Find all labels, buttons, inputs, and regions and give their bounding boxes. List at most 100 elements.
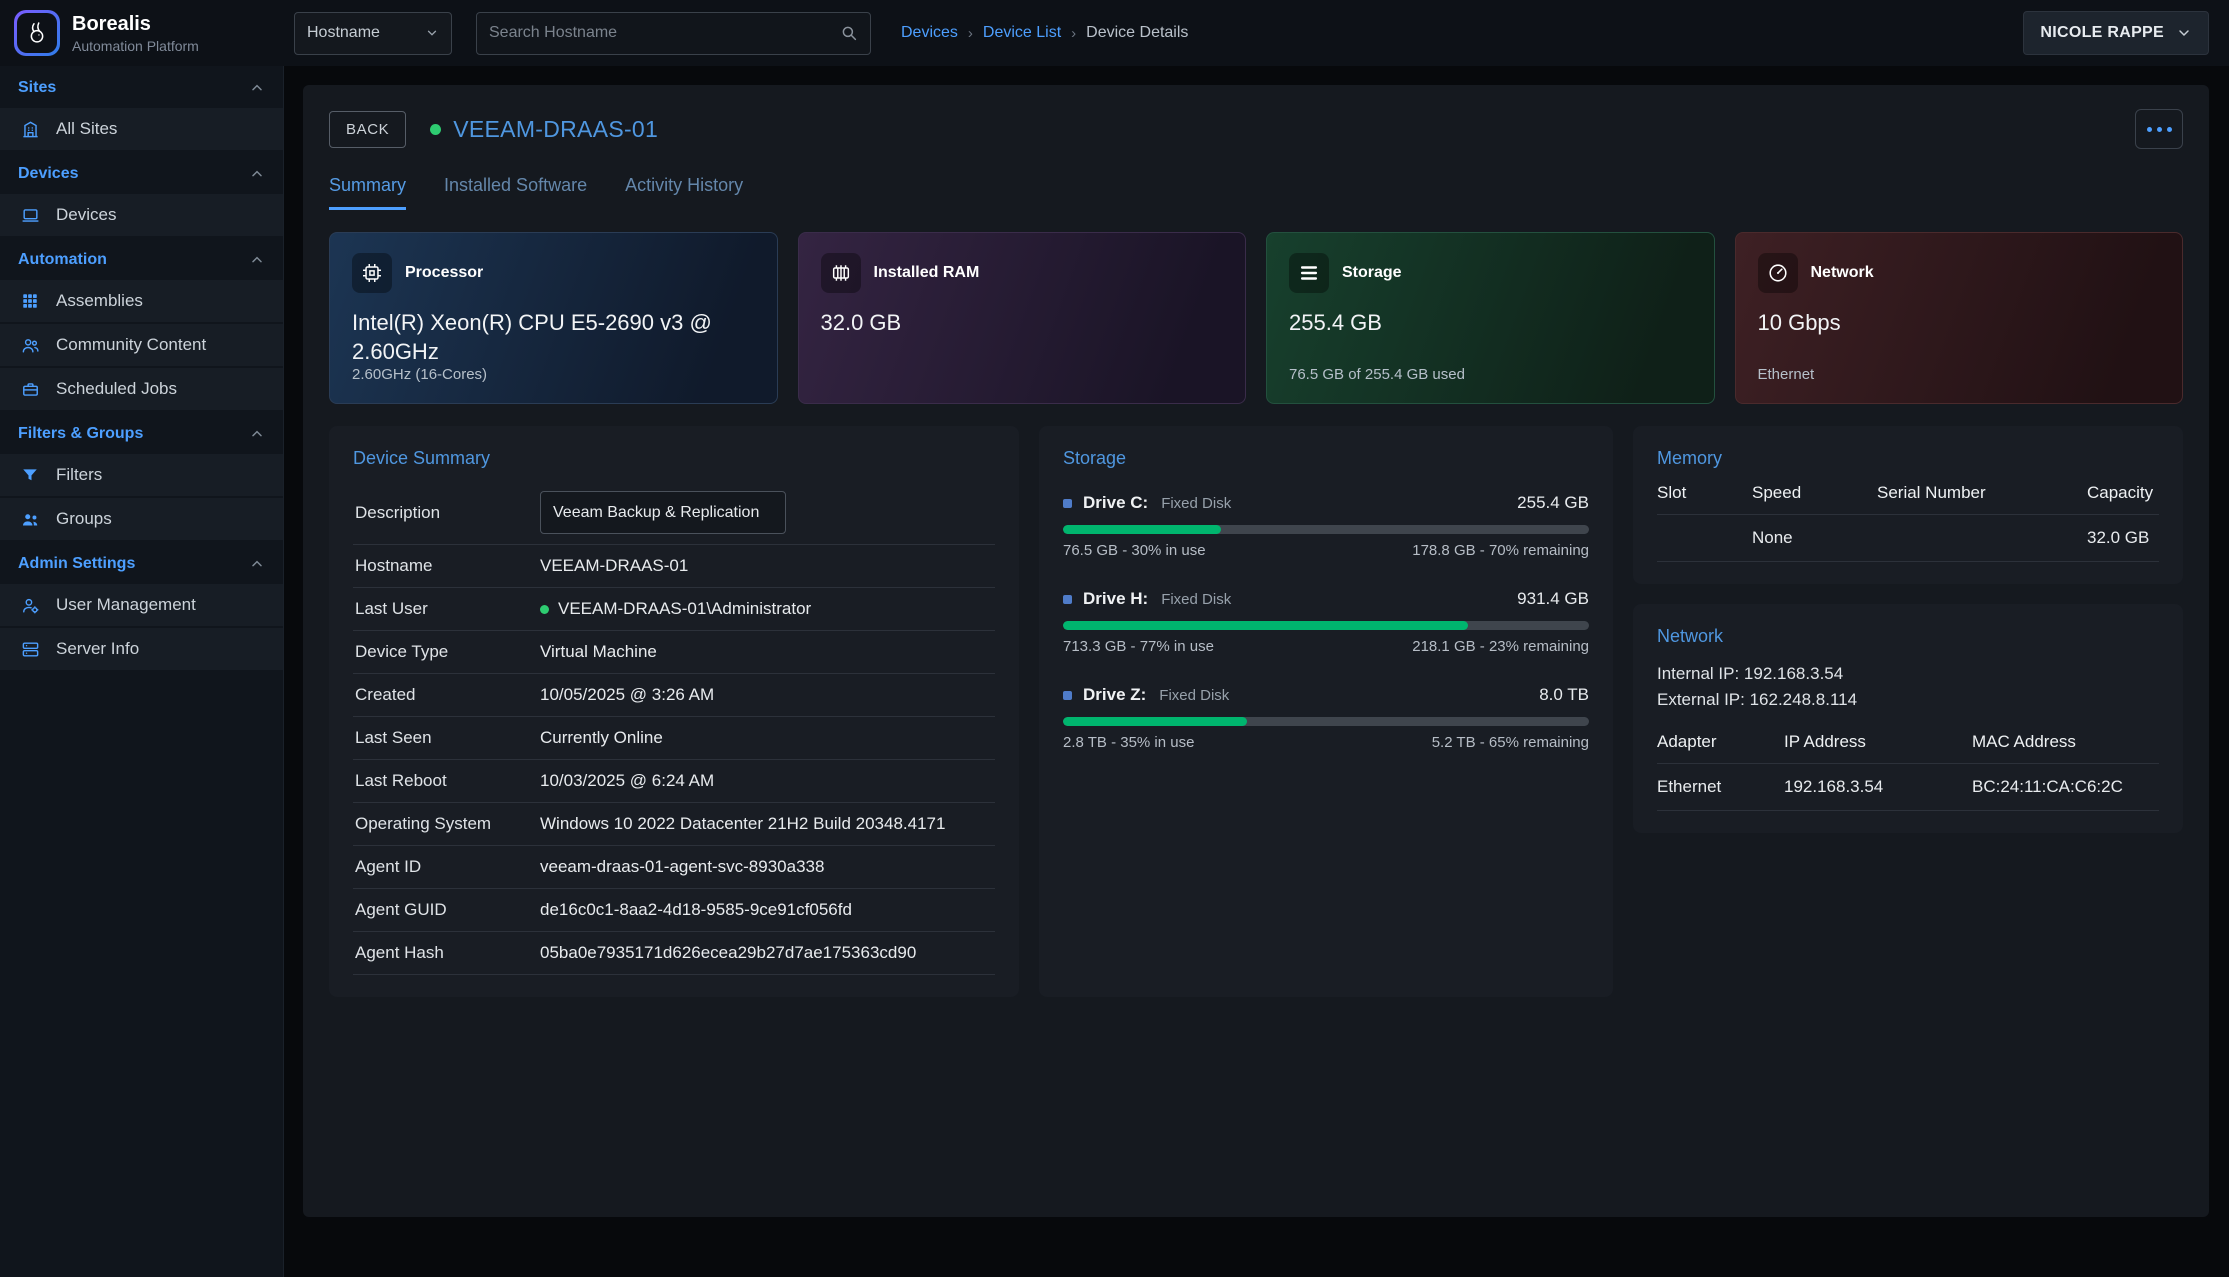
memory-panel: Memory Slot Speed Serial Number Capacity… — [1633, 426, 2183, 584]
network-table-header: Adapter IP Address MAC Address — [1657, 718, 2159, 764]
description-input[interactable] — [540, 491, 786, 534]
tab-activity-history[interactable]: Activity History — [625, 175, 743, 210]
drive-h-remaining: 218.1 GB - 23% remaining — [1412, 638, 1589, 655]
drive-z-remaining: 5.2 TB - 65% remaining — [1432, 734, 1589, 751]
detail-tabs: Summary Installed Software Activity Hist… — [329, 175, 2183, 210]
drive-bullet-icon — [1063, 595, 1072, 604]
sidebar-item-scheduled-jobs[interactable]: Scheduled Jobs — [0, 368, 283, 410]
internal-ip: Internal IP: 192.168.3.54 — [1657, 661, 2159, 687]
server-icon — [18, 640, 42, 659]
user-menu-button[interactable]: NICOLE RAPPE — [2023, 11, 2209, 55]
ram-icon — [821, 253, 861, 293]
sidebar-section-sites[interactable]: Sites — [0, 66, 283, 108]
summary-row-hostname: Hostname VEEAM-DRAAS-01 — [353, 545, 995, 588]
search-icon[interactable] — [840, 24, 858, 42]
page-header: BACK VEEAM-DRAAS-01 — [329, 109, 2183, 149]
sidebar-section-devices[interactable]: Devices — [0, 152, 283, 194]
brand-text: Borealis Automation Platform — [72, 13, 199, 54]
network-table-row: Ethernet 192.168.3.54 BC:24:11:CA:C6:2C — [1657, 764, 2159, 811]
main-content: BACK VEEAM-DRAAS-01 Summary Installed So… — [284, 66, 2229, 1277]
sidebar-item-groups[interactable]: Groups — [0, 498, 283, 540]
detail-columns: Device Summary Description Hostname VEEA… — [329, 426, 2183, 997]
stat-card-ram: Installed RAM 32.0 GB — [798, 232, 1247, 404]
memory-table-row: None 32.0 GB — [1657, 515, 2159, 562]
cpu-icon — [352, 253, 392, 293]
chevron-down-icon — [2176, 25, 2192, 41]
filter-icon — [18, 466, 42, 484]
breadcrumb-separator: › — [1071, 25, 1076, 42]
back-button[interactable]: BACK — [329, 111, 406, 148]
kebab-icon — [2147, 127, 2152, 132]
drive-c-progress — [1063, 525, 1589, 534]
right-column: Memory Slot Speed Serial Number Capacity… — [1633, 426, 2183, 997]
chevron-up-icon — [249, 166, 265, 182]
sidebar-item-user-management[interactable]: User Management — [0, 584, 283, 626]
tab-installed-software[interactable]: Installed Software — [444, 175, 587, 210]
sidebar-section-admin-settings[interactable]: Admin Settings — [0, 542, 283, 584]
external-ip: External IP: 162.248.8.114 — [1657, 687, 2159, 713]
ram-value: 32.0 GB — [821, 308, 1201, 337]
stat-card-storage: Storage 255.4 GB 76.5 GB of 255.4 GB use… — [1266, 232, 1715, 404]
user-name: NICOLE RAPPE — [2040, 24, 2164, 42]
summary-row-created: Created 10/05/2025 @ 3:26 AM — [353, 674, 995, 717]
summary-row-last-user: Last User VEEAM-DRAAS-01\Administrator — [353, 588, 995, 631]
drive-h-used: 713.3 GB - 77% in use — [1063, 638, 1214, 655]
device-summary-panel: Device Summary Description Hostname VEEA… — [329, 426, 1019, 997]
sidebar: Sites All Sites Devices Devices Automati… — [0, 66, 284, 1277]
chevron-up-icon — [249, 426, 265, 442]
drive-c-used: 76.5 GB - 30% in use — [1063, 542, 1206, 559]
summary-row-device-type: Device Type Virtual Machine — [353, 631, 995, 674]
processor-value: Intel(R) Xeon(R) CPU E5-2690 v3 @ 2.60GH… — [352, 308, 732, 366]
sidebar-item-assemblies[interactable]: Assemblies — [0, 280, 283, 322]
drive-h-row: Drive H: Fixed Disk 931.4 GB 713.3 GB - … — [1063, 589, 1589, 655]
hostname-filter-select[interactable]: Hostname — [294, 12, 452, 55]
chevron-down-icon — [425, 26, 439, 40]
drive-bullet-icon — [1063, 499, 1072, 508]
app-name: Borealis — [72, 13, 199, 36]
summary-row-agent-guid: Agent GUID de16c0c1-8aa2-4d18-9585-9ce91… — [353, 889, 995, 932]
summary-row-operating-system: Operating System Windows 10 2022 Datacen… — [353, 803, 995, 846]
sidebar-item-community-content[interactable]: Community Content — [0, 324, 283, 366]
device-summary-title: Device Summary — [353, 448, 995, 469]
processor-footer: 2.60GHz (16-Cores) — [352, 366, 755, 383]
briefcase-icon — [18, 380, 42, 399]
sidebar-section-automation[interactable]: Automation — [0, 238, 283, 280]
breadcrumb-device-list[interactable]: Device List — [983, 24, 1061, 42]
tab-summary[interactable]: Summary — [329, 175, 406, 210]
breadcrumb: Devices › Device List › Device Details — [901, 24, 1188, 42]
network-speed-icon — [1758, 253, 1798, 293]
sidebar-section-filters-groups[interactable]: Filters & Groups — [0, 412, 283, 454]
network-footer: Ethernet — [1758, 366, 2161, 383]
more-options-button[interactable] — [2135, 109, 2183, 149]
sidebar-item-devices[interactable]: Devices — [0, 194, 283, 236]
borealis-logo — [14, 10, 60, 56]
sidebar-item-server-info[interactable]: Server Info — [0, 628, 283, 670]
stat-card-network: Network 10 Gbps Ethernet — [1735, 232, 2184, 404]
network-value: 10 Gbps — [1758, 308, 2138, 337]
hostname-filter-value: Hostname — [307, 24, 380, 42]
grid-icon — [18, 292, 42, 310]
building-icon — [18, 120, 42, 139]
search-input[interactable] — [489, 24, 840, 42]
sidebar-item-all-sites[interactable]: All Sites — [0, 108, 283, 150]
rabbit-icon — [17, 13, 57, 53]
app-subtitle: Automation Platform — [72, 38, 199, 54]
storage-value: 255.4 GB — [1289, 308, 1669, 337]
drive-bullet-icon — [1063, 691, 1072, 700]
stat-card-processor: Processor Intel(R) Xeon(R) CPU E5-2690 v… — [329, 232, 778, 404]
summary-row-agent-hash: Agent Hash 05ba0e7935171d626ecea29b27d7a… — [353, 932, 995, 975]
groups-icon — [18, 510, 42, 529]
device-title: VEEAM-DRAAS-01 — [453, 116, 658, 143]
breadcrumb-devices[interactable]: Devices — [901, 24, 958, 42]
summary-row-last-seen: Last Seen Currently Online — [353, 717, 995, 760]
chevron-up-icon — [249, 556, 265, 572]
sidebar-item-filters[interactable]: Filters — [0, 454, 283, 496]
drive-z-row: Drive Z: Fixed Disk 8.0 TB 2.8 TB - 35% … — [1063, 685, 1589, 751]
drive-z-used: 2.8 TB - 35% in use — [1063, 734, 1194, 751]
app-root: Borealis Automation Platform Hostname De… — [0, 0, 2229, 1277]
people-icon — [18, 336, 42, 355]
storage-panel: Storage Drive C: Fixed Disk 255.4 GB — [1039, 426, 1613, 997]
network-panel: Network Internal IP: 192.168.3.54 Extern… — [1633, 604, 2183, 833]
device-details-panel: BACK VEEAM-DRAAS-01 Summary Installed So… — [303, 85, 2209, 1217]
online-status-dot — [540, 605, 549, 614]
